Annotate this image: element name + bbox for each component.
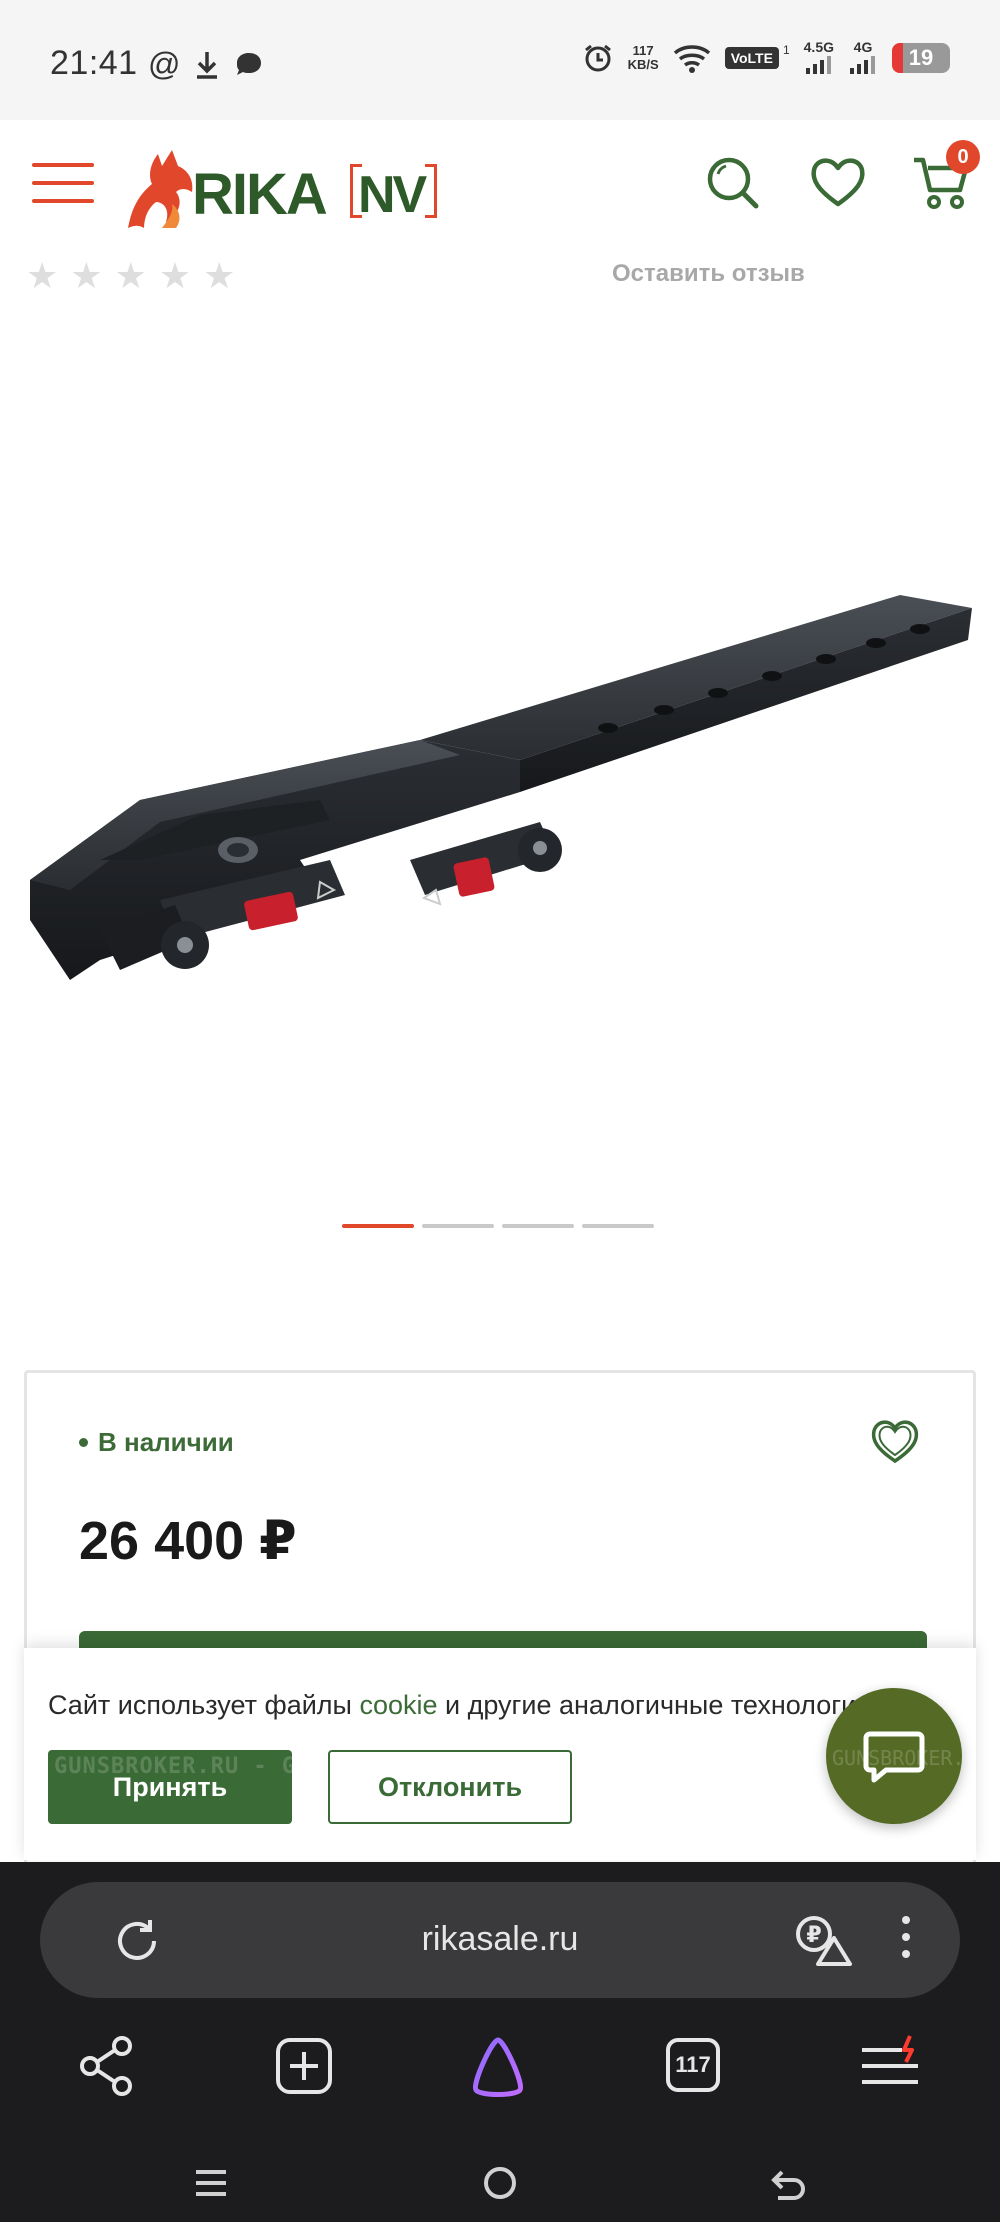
rika-nv-logo[interactable]: RIKA NV (122, 136, 462, 236)
favorites-heart-icon[interactable] (808, 152, 868, 212)
menu-button[interactable] (32, 163, 94, 207)
decline-cookies-button[interactable]: Отклонить (328, 1750, 572, 1824)
address-bar[interactable]: rikasale.ru ₽ (40, 1882, 960, 1998)
status-left-icons: @ (148, 46, 264, 83)
cookie-text: Сайт использует файлы cookie и другие ан… (48, 1690, 872, 1720)
rating-star-icon[interactable]: ★ (115, 258, 147, 294)
chat-button[interactable]: GUNSBROKER.RU - GUNSBROKER.RU (826, 1688, 962, 1824)
rating-row: ★ ★ ★ ★ ★ Оставить отзыв (26, 258, 976, 298)
at-icon: @ (148, 46, 181, 82)
stock-status: В наличии (79, 1427, 234, 1458)
protect-icon[interactable]: ₽ (792, 1912, 856, 1972)
rating-star-icon[interactable]: ★ (26, 258, 58, 294)
svg-text:₽: ₽ (806, 1923, 821, 1948)
stock-dot (79, 1438, 88, 1447)
download-icon (197, 51, 218, 79)
status-time: 21:41 (50, 44, 138, 82)
gallery-dot[interactable] (582, 1224, 654, 1228)
product-image[interactable] (0, 560, 1000, 1040)
browser-chrome: rikasale.ru ₽ 117 (0, 1862, 1000, 2222)
new-tab-icon[interactable] (272, 2034, 336, 2098)
rating-stars[interactable]: ★ ★ ★ ★ ★ (26, 258, 235, 294)
cookie-link[interactable]: cookie (359, 1690, 437, 1720)
volte-sim: 1 (782, 43, 790, 57)
browser-menu-icon[interactable] (858, 2034, 922, 2098)
gallery-dot[interactable] (342, 1224, 414, 1228)
more-menu-icon[interactable] (896, 1916, 916, 1966)
status-bar: 21:41 @ 117 KB/S VoLTE 1 4.5G 4G 19 (0, 0, 1000, 120)
rating-star-icon[interactable]: ★ (159, 258, 191, 294)
tabs-counter[interactable]: 117 (666, 2038, 720, 2092)
battery-indicator: 19 (892, 43, 950, 73)
home-icon[interactable] (475, 2158, 525, 2208)
gallery-dot[interactable] (422, 1224, 494, 1228)
system-nav-bar (0, 2152, 1000, 2222)
wifi-icon (673, 45, 710, 73)
gallery-pagination[interactable] (342, 1224, 654, 1228)
recent-apps-icon[interactable] (186, 2158, 236, 2208)
signal-1: 4.5G (804, 40, 834, 76)
cart-count-badge: 0 (946, 140, 980, 174)
accept-cookies-button[interactable]: GUNSBROKER.RU - GUNSBROKER.RU Принять (48, 1750, 292, 1824)
alarm-icon (584, 44, 611, 72)
share-icon[interactable] (76, 2034, 140, 2098)
rating-star-icon[interactable]: ★ (70, 258, 102, 294)
svg-text:RIKA: RIKA (192, 162, 327, 227)
add-to-favorites-icon[interactable] (869, 1415, 921, 1467)
signal-2: 4G (848, 40, 878, 76)
search-icon[interactable] (702, 152, 762, 212)
site-header: RIKA NV 0 (0, 120, 1000, 250)
stock-label: В наличии (98, 1427, 234, 1457)
signal-bars-icon (850, 56, 875, 74)
leave-review-link[interactable]: Оставить отзыв (612, 260, 805, 288)
back-icon[interactable] (764, 2158, 814, 2208)
product-price: 26 400 ₽ (79, 1511, 297, 1571)
volte-badge: VoLTE (724, 47, 779, 69)
cart-button[interactable]: 0 (912, 140, 980, 212)
rating-star-icon[interactable]: ★ (203, 258, 235, 294)
page: 21:41 @ 117 KB/S VoLTE 1 4.5G 4G 19 RIKA… (0, 0, 1000, 2222)
svg-text:NV: NV (358, 166, 428, 224)
network-speed: 117 KB/S (627, 43, 659, 72)
signal-bars-icon (805, 56, 831, 74)
alice-assistant-icon[interactable] (466, 2034, 530, 2098)
gallery-dot[interactable] (502, 1224, 574, 1228)
status-right-icons: 117 KB/S VoLTE 1 4.5G 4G 19 (582, 40, 950, 76)
watermark-text: GUNSBROKER.RU - GUNSBROKER.RU (832, 1746, 962, 1770)
message-icon (237, 52, 262, 75)
